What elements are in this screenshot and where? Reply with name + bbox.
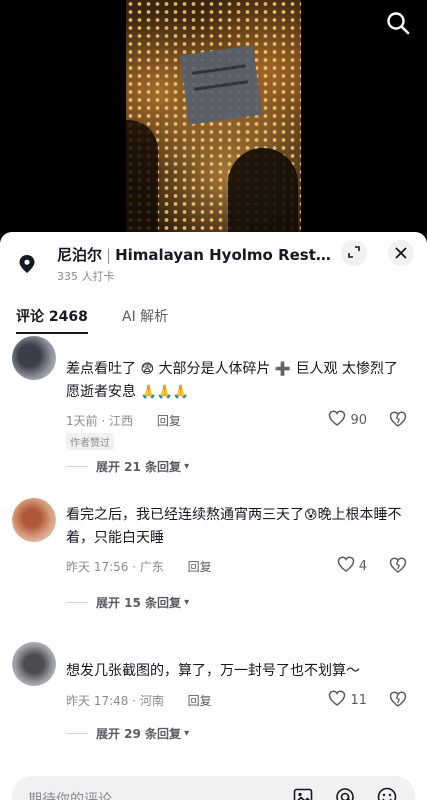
comment-text: 差点看吐了 😨 大部分是人体碎片 ➕ 巨人观 太惨烈了 愿逝者安息 🙏🙏🙏 (66, 358, 411, 404)
tab-ai-analysis[interactable]: AI 解析 (122, 306, 168, 326)
mention-icon[interactable] (334, 786, 356, 800)
expand-replies[interactable]: 展开 29 条回复 ▾ (66, 725, 189, 742)
comment-text: 想发几张截图的，算了，万一封号了也不划算～ (66, 663, 360, 679)
comment-input[interactable]: 期待你的评论 (12, 776, 415, 800)
fearful-emoji-icon: 😨 (140, 362, 155, 377)
close-icon (395, 244, 407, 263)
like-count: 11 (350, 692, 367, 708)
chevron-down-icon: ▾ (184, 728, 190, 739)
comment-meta: 1天前 · 江西 回复 (66, 412, 181, 429)
expand-divider (66, 466, 88, 467)
expand-divider (66, 602, 88, 603)
expand-button[interactable] (341, 240, 367, 266)
comment-time-location: 昨天 17:56 · 广东 (66, 560, 164, 574)
person-silhouette (228, 148, 298, 232)
comment-text-part: 差点看吐了 (66, 361, 136, 377)
comment-text-part: 看完之后，我已经连续熬通宵两三天了 (66, 507, 304, 523)
comment-text-part: 大部分是人体碎片 (158, 361, 271, 377)
comment-item: 看完之后，我已经连续熬通宵两三天了😰晚上根本睡不着，只能白天睡 昨天 17:56… (0, 488, 427, 628)
comment-text: 看完之后，我已经连续熬通宵两三天了😰晚上根本睡不着，只能白天睡 (66, 504, 411, 549)
comment-input-placeholder: 期待你的评论 (28, 792, 112, 800)
like-button[interactable]: 90 (328, 410, 367, 430)
like-count: 90 (350, 412, 367, 428)
author-liked-badge: 作者赞过 (66, 433, 114, 450)
expand-icon (347, 244, 361, 263)
reply-button[interactable]: 回复 (157, 414, 181, 428)
plus-emoji-icon: ➕ (274, 362, 292, 377)
chevron-down-icon: ▾ (184, 597, 190, 608)
comment-meta: 昨天 17:56 · 广东 回复 (66, 558, 212, 575)
dislike-icon[interactable] (389, 410, 407, 428)
person-silhouette-left (126, 120, 158, 232)
location-header[interactable]: 尼泊尔 | Himalayan Hyolmo Rest... 335 人打卡 (0, 232, 427, 290)
expand-replies[interactable]: 展开 15 条回复 ▾ (66, 594, 189, 611)
heart-icon (337, 556, 355, 576)
reply-button[interactable]: 回复 (188, 694, 212, 708)
search-icon[interactable] (385, 10, 411, 36)
chevron-down-icon: ▾ (184, 461, 190, 472)
like-count: 4 (358, 558, 367, 574)
emoji-icon[interactable] (376, 786, 398, 800)
location-name: Himalayan Hyolmo Rest... (115, 246, 332, 264)
comment-item: 想发几张截图的，算了，万一封号了也不划算～ 昨天 17:48 · 河南 回复 1… (0, 628, 427, 758)
expand-replies-label: 展开 21 条回复 (96, 460, 182, 474)
avatar[interactable] (12, 642, 56, 686)
heart-icon (328, 690, 346, 710)
location-separator: | (106, 246, 112, 264)
comment-item: 差点看吐了 😨 大部分是人体碎片 ➕ 巨人观 太惨烈了 愿逝者安息 🙏🙏🙏 1天… (0, 328, 427, 488)
checkin-count: 335 人打卡 (57, 270, 115, 283)
video-frame (126, 0, 301, 232)
tab-comments[interactable]: 评论 2468 (16, 306, 88, 334)
comment-time-location: 1天前 · 江西 (66, 414, 134, 428)
expand-replies-label: 展开 15 条回复 (96, 596, 182, 610)
heart-icon (328, 410, 346, 430)
image-icon[interactable] (292, 786, 314, 800)
pray-emoji-icon: 🙏🙏🙏 (140, 385, 190, 400)
location-pin-icon (18, 254, 36, 274)
avatar[interactable] (12, 336, 56, 380)
close-button[interactable] (388, 240, 414, 266)
expand-replies-label: 展开 29 条回复 (96, 727, 182, 741)
location-country: 尼泊尔 (57, 246, 103, 264)
video-player[interactable] (0, 0, 427, 232)
expand-divider (66, 733, 88, 734)
anxious-emoji-icon: 😰 (304, 508, 318, 523)
avatar[interactable] (12, 498, 56, 542)
dislike-icon[interactable] (389, 690, 407, 708)
memorial-banner (179, 45, 263, 125)
location-title[interactable]: 尼泊尔 | Himalayan Hyolmo Rest... (57, 244, 332, 266)
comment-sheet: 尼泊尔 | Himalayan Hyolmo Rest... 335 人打卡 评论 … (0, 232, 427, 800)
comment-meta: 昨天 17:48 · 河南 回复 (66, 692, 212, 709)
comment-time-location: 昨天 17:48 · 河南 (66, 694, 164, 708)
like-button[interactable]: 4 (337, 556, 367, 576)
expand-replies[interactable]: 展开 21 条回复 ▾ (66, 458, 189, 475)
like-button[interactable]: 11 (328, 690, 367, 710)
reply-button[interactable]: 回复 (188, 560, 212, 574)
dislike-icon[interactable] (389, 556, 407, 574)
